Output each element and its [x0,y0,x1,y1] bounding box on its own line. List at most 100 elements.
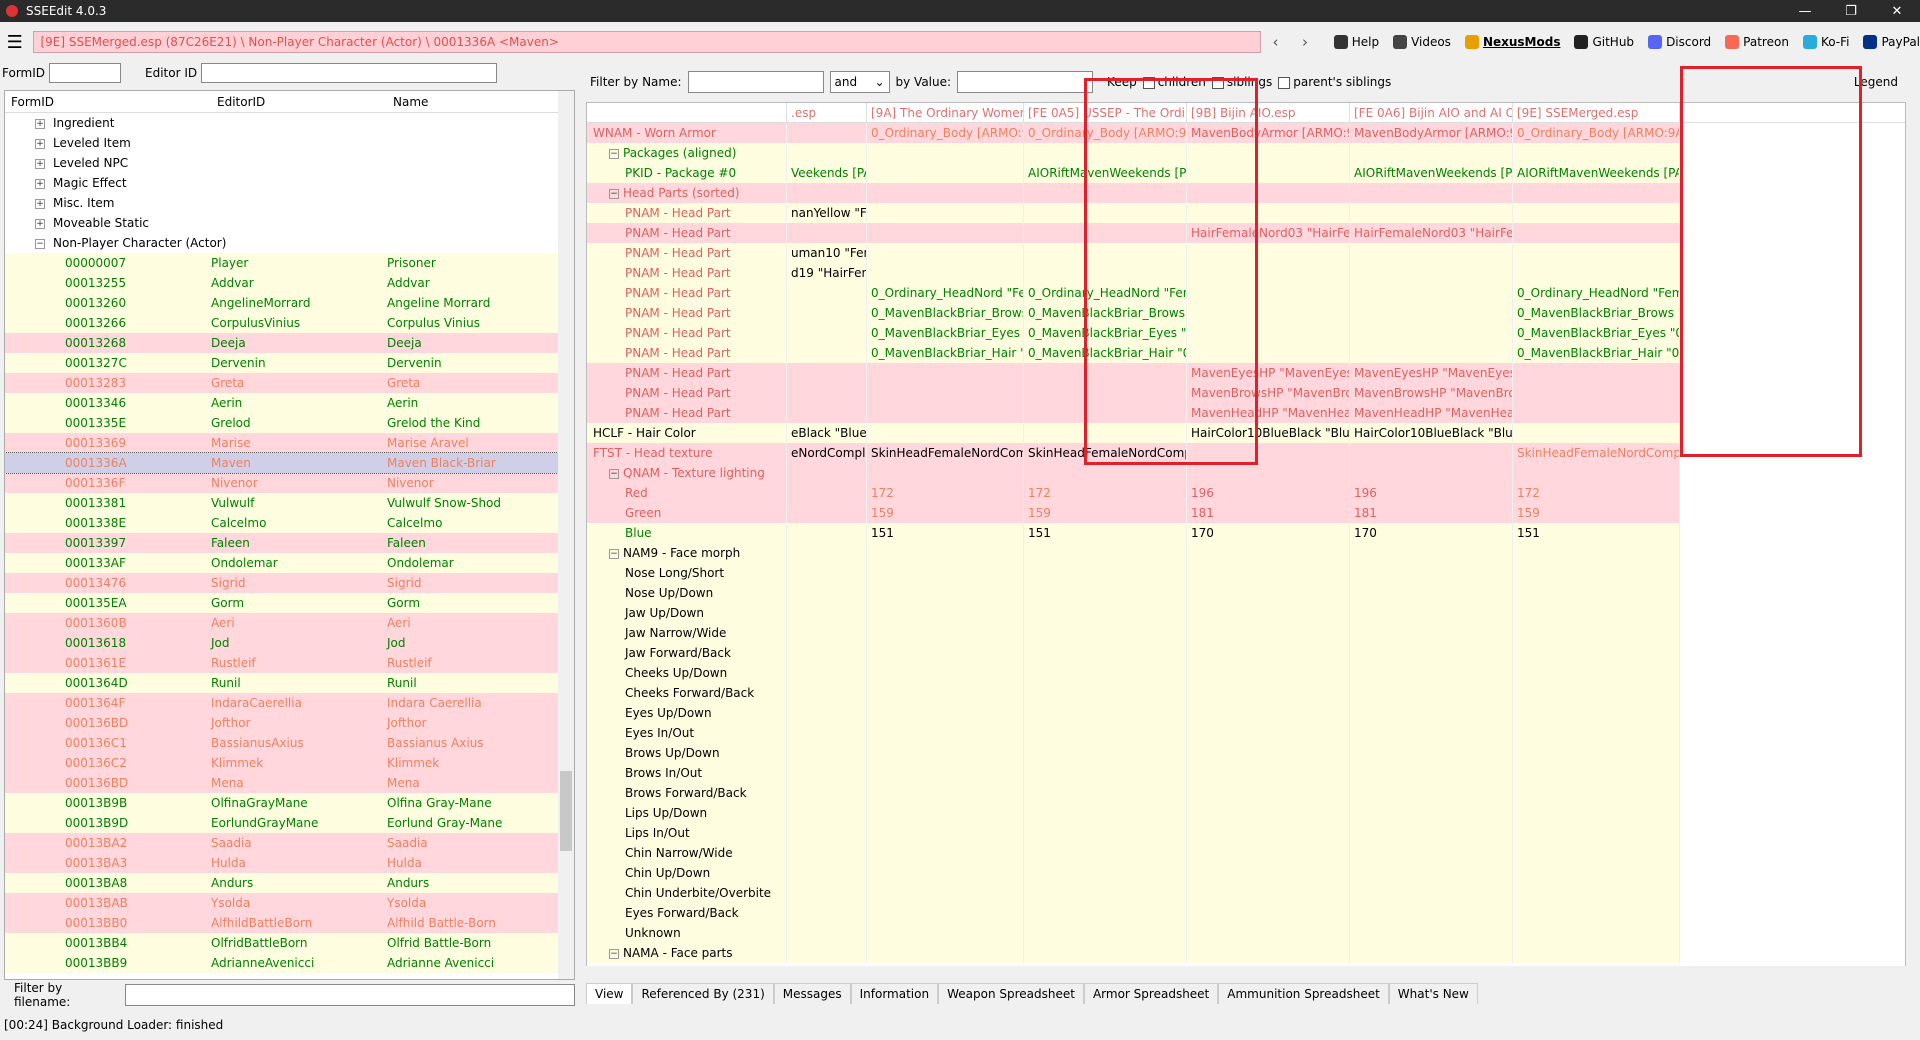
grid-row[interactable]: Lips Up/Down [587,803,1680,823]
editorid-input[interactable] [201,63,498,83]
grid-row[interactable]: PNAM - Head Part MavenBrowsHP "MavenBrows… [587,383,1680,403]
tree-scroll-thumb[interactable] [560,771,572,851]
tree-row[interactable]: 00000007 Player Prisoner [5,253,560,273]
tab-messages[interactable]: Messages [773,983,851,1004]
filter-name-input[interactable] [687,71,824,93]
tree-row[interactable]: 00013369 Marise Marise Aravel [5,433,560,453]
tab-referenced-by-[interactable]: Referenced By (231) [632,983,774,1004]
grid-row[interactable]: PKID - Package #0Veekends [PACK:... AIORi… [587,163,1680,183]
legend-link[interactable]: Legend [1854,75,1898,89]
tree-row[interactable]: 00013BB9 AdrianneAvenicci Adrianne Avenicc… [5,953,560,973]
link-patreon[interactable]: Patreon [1725,35,1789,49]
col-formid[interactable]: FormID [5,91,211,112]
tree-row[interactable]: 0001336A Maven Maven Black-Briar [5,452,561,474]
grid-header-plugin[interactable]: [9B] Bijin AIO.esp [1187,103,1350,122]
tab-what-s-new[interactable]: What's New [1388,983,1478,1004]
grid-header-plugin[interactable]: [9E] SSEMerged.esp [1513,103,1680,122]
tree-row[interactable]: 0001327C Dervenin Dervenin [5,353,560,373]
grid-row[interactable]: Eyes Up/Down [587,703,1680,723]
tree-row[interactable]: 00013BA3 Hulda Hulda [5,853,560,873]
expand-icon[interactable]: + [35,138,45,149]
back-arrow-icon[interactable]: ‹ [1261,33,1290,51]
tree-category[interactable]: − Non-Player Character (Actor) [5,233,560,253]
tree-row[interactable]: 000135EA Gorm Gorm [5,593,560,613]
grid-header-plugin[interactable]: [9A] The Ordinary Women.esp [867,103,1024,122]
grid-row[interactable]: Brows Up/Down [587,743,1680,763]
tree-row[interactable]: 0001364D Runil Runil [5,673,560,693]
expand-icon[interactable]: + [35,178,45,189]
tree-row[interactable]: 00013397 Faleen Faleen [5,533,560,553]
tree-scrollbar[interactable] [558,91,574,979]
expand-icon[interactable]: + [35,118,45,129]
grid-row[interactable]: Red 172 172 196 196 172 [587,483,1680,503]
forward-arrow-icon[interactable]: › [1290,33,1319,51]
grid-row[interactable]: PNAM - Head Part 0_MavenBlackBriar_Eyes "… [587,323,1680,343]
filter-filename-input[interactable] [125,984,575,1006]
children-checkbox[interactable]: children [1142,75,1206,89]
grid-row[interactable]: Jaw Narrow/Wide [587,623,1680,643]
grid-row[interactable]: − Head Parts (sorted) [587,183,1680,203]
tab-ammunition-spreadsheet[interactable]: Ammunition Spreadsheet [1218,983,1389,1004]
tree-row[interactable]: 00013BAB Ysolda Ysolda [5,893,560,913]
collapse-icon[interactable]: − [35,238,45,249]
expand-icon[interactable]: + [35,198,45,209]
grid-row[interactable]: − NAMA - Face parts [587,943,1680,963]
grid-row[interactable]: Cheeks Up/Down [587,663,1680,683]
horizontal-scrollbar[interactable] [586,966,1906,980]
filter-op-select[interactable]: and ⌄ [829,71,890,93]
record-grid[interactable]: .esp[9A] The Ordinary Women.esp[FE 0A5] … [586,102,1906,972]
tree-row[interactable]: 000136BD Mena Mena [5,773,560,793]
tree-row[interactable]: 0001361E Rustleif Rustleif [5,653,560,673]
minimize-button[interactable]: — [1782,4,1828,19]
grid-row[interactable]: Unknown [587,923,1680,943]
grid-row[interactable]: PNAM - Head Part MavenEyesHP "MavenEyesHP… [587,363,1680,383]
link-paypal[interactable]: PayPal [1863,35,1920,49]
grid-row[interactable]: Chin Underbite/Overbite [587,883,1680,903]
grid-row[interactable]: PNAM - Head Part HairFemaleNord03 "HairFe… [587,223,1680,243]
record-tree[interactable]: FormID EditorID Name + Ingredient + Leveled… [4,90,575,980]
grid-row[interactable]: Brows In/Out [587,763,1680,783]
tree-row[interactable]: 00013476 Sigrid Sigrid [5,573,560,593]
tree-row[interactable]: 00013BA2 Saadia Saadia [5,833,560,853]
tab-view[interactable]: View [586,983,633,1004]
tree-row[interactable]: 00013B9B OlfinaGrayMane Olfina Gray-Mane [5,793,560,813]
tree-row[interactable]: 0001338E Calcelmo Calcelmo [5,513,560,533]
collapse-icon[interactable]: − [609,948,619,959]
expand-icon[interactable]: + [35,158,45,169]
tree-row[interactable]: 000136C1 BassianusAxius Bassianus Axius [5,733,560,753]
tree-row[interactable]: 0001335E Grelod Grelod the Kind [5,413,560,433]
tree-row[interactable]: 0001364F IndaraCaerellia Indara Caerellia [5,693,560,713]
link-discord[interactable]: Discord [1648,35,1711,49]
grid-row[interactable]: Nose Long/Short [587,563,1680,583]
menu-icon[interactable]: ☰ [0,32,29,53]
grid-header-plugin[interactable]: [FE 0A6] Bijin AIO and AI Overhau... [1350,103,1513,122]
grid-row[interactable]: − QNAM - Texture lighting [587,463,1680,483]
grid-row[interactable]: WNAM - Worn Armor 0_Ordinary_Body [ARMO:9… [587,123,1680,143]
tree-row[interactable]: 00013BA8 Andurs Andurs [5,873,560,893]
tree-row[interactable]: 0001360B Aeri Aeri [5,613,560,633]
grid-row[interactable]: PNAM - Head Part 0_MavenBlackBriar_Hair "… [587,343,1680,363]
tree-row[interactable]: 00013BB4 OlfridBattleBorn Olfrid Battle-Bo… [5,933,560,953]
tree-row[interactable]: 000136C2 Klimmek Klimmek [5,753,560,773]
link-videos[interactable]: Videos [1393,35,1451,49]
tree-row[interactable]: 00013346 Aerin Aerin [5,393,560,413]
tree-row[interactable]: 000133AF Ondolemar Ondolemar [5,553,560,573]
grid-row[interactable]: PNAM - Head Part 0_Ordinary_HeadNord "Fem… [587,283,1680,303]
maximize-button[interactable]: ❐ [1828,4,1874,19]
tree-row[interactable]: 00013268 Deeja Deeja [5,333,560,353]
filter-value-input[interactable] [957,71,1094,93]
collapse-icon[interactable]: − [609,188,619,199]
close-button[interactable]: ✕ [1874,4,1920,19]
tree-row[interactable]: 00013260 AngelineMorrard Angeline Morrard [5,293,560,313]
grid-row[interactable]: PNAM - Head PartnanYellow "Fema... [587,203,1680,223]
grid-row[interactable]: PNAM - Head Part MavenHeadHP "MavenHeadHP… [587,403,1680,423]
tree-category[interactable]: + Magic Effect [5,173,560,193]
grid-row[interactable]: Green 159 159 181 181 159 [587,503,1680,523]
grid-row[interactable]: Chin Up/Down [587,863,1680,883]
grid-row[interactable]: − Packages (aligned) [587,143,1680,163]
collapse-icon[interactable]: − [609,468,619,479]
tree-category[interactable]: + Leveled NPC [5,153,560,173]
grid-row[interactable]: PNAM - Head Partuman10 "Female... [587,243,1680,263]
grid-row[interactable]: Nose Up/Down [587,583,1680,603]
tree-category[interactable]: + Leveled Item [5,133,560,153]
